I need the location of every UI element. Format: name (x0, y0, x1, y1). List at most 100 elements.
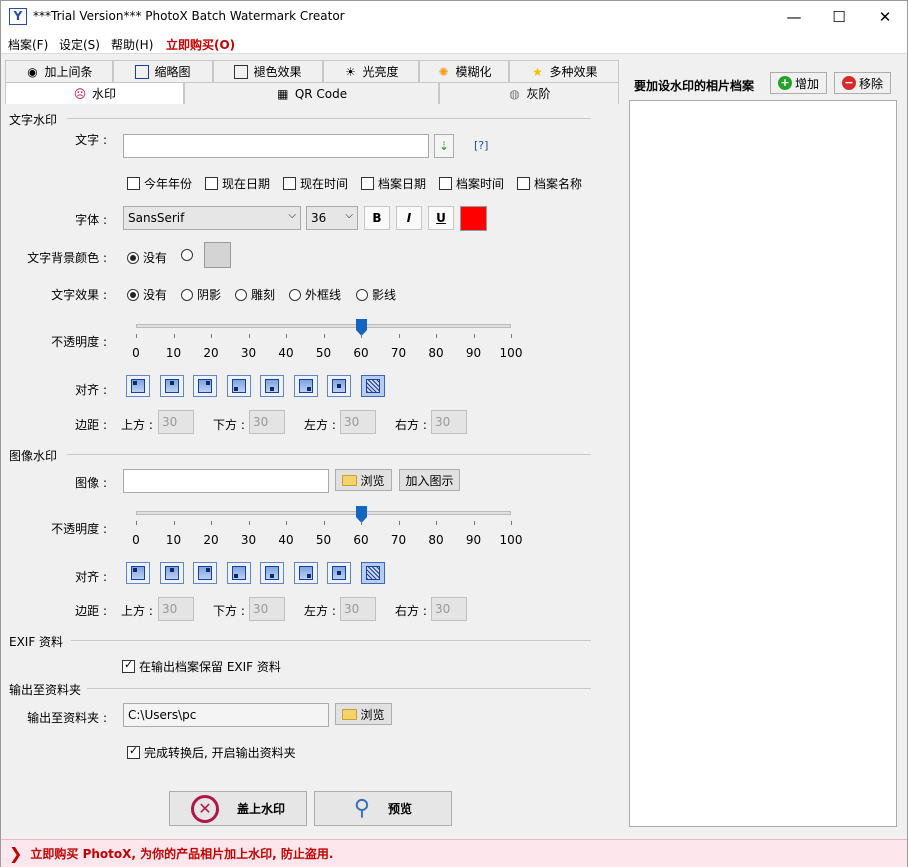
tab-blur[interactable]: ✺ 模糊化 (419, 60, 509, 82)
align-bottom-center-button[interactable] (260, 562, 284, 584)
align-bottom-right-button[interactable] (293, 375, 318, 397)
checkbox-file-name[interactable]: 档案名称 (517, 175, 582, 192)
align-top-right-button[interactable] (193, 375, 217, 397)
tab-qr-code[interactable]: ▦ QR Code (184, 82, 439, 104)
maximize-button[interactable]: ☐ (816, 1, 862, 32)
tab-grayscale[interactable]: ◍ 灰阶 (439, 82, 619, 104)
slider-tick-label: 30 (240, 533, 257, 547)
align-top-right-button[interactable] (193, 562, 217, 584)
output-browse-button[interactable]: 浏览 (335, 703, 392, 725)
slider-tick (398, 521, 400, 525)
align-bottom-left-icon (231, 566, 246, 580)
divider (67, 454, 591, 455)
align-top-center-button[interactable] (159, 375, 184, 397)
checkbox-keep-exif[interactable]: 在输出档案保留 EXIF 资料 (122, 658, 281, 675)
image-margin-label: 边距 : (75, 604, 107, 618)
output-path-input[interactable]: C:\Users\pc (123, 703, 329, 727)
font-color-swatch[interactable] (460, 206, 487, 231)
slider-track[interactable] (136, 511, 511, 515)
align-top-left-button[interactable] (126, 375, 150, 397)
image-path-input[interactable] (123, 469, 329, 493)
align-bottom-right-button[interactable] (293, 562, 318, 584)
italic-button[interactable]: I (396, 206, 422, 230)
minimize-button[interactable]: — (771, 1, 817, 32)
align-bottom-left-button[interactable] (226, 375, 251, 397)
image-margin-top-input[interactable]: 30 (158, 597, 194, 621)
align-bottom-right-icon (298, 566, 313, 580)
underline-button[interactable]: U (428, 206, 454, 230)
checkbox-date[interactable]: 现在日期 (205, 175, 270, 192)
apply-watermark-button[interactable]: ✕ 盖上水印 (169, 791, 307, 826)
checkbox-file-date[interactable]: 档案日期 (361, 175, 426, 192)
preview-button[interactable]: ⚲ 预览 (314, 791, 452, 826)
tab-effects[interactable]: ★ 多种效果 (509, 60, 619, 82)
slider-tick-label: 50 (315, 533, 332, 547)
tab-fade[interactable]: 褪色效果 (213, 60, 323, 82)
qr-icon: ▦ (277, 86, 289, 101)
image-opacity-label: 不透明度 : (51, 522, 107, 536)
menu-settings[interactable]: 设定(S) (59, 36, 100, 53)
align-top-center-button[interactable] (159, 562, 184, 584)
text-input[interactable] (123, 134, 429, 158)
tab-thumbnail[interactable]: 缩略图 (113, 60, 213, 82)
radio-effect-none[interactable]: 没有 (127, 286, 167, 303)
slider-tick-label: 70 (390, 533, 407, 547)
tab-row-1: ◉ 加上间条 缩略图 褪色效果 ☀ 光亮度 ✺ 模糊化 ★ 多种效果 (5, 60, 619, 82)
slider-tick (511, 334, 512, 338)
slider-tick-label: 90 (465, 346, 482, 360)
slider-track[interactable] (136, 324, 511, 328)
promo-bar[interactable]: ❯ 立即购买 PhotoX, 为你的产品相片加上水印, 防止盗用. (1, 839, 907, 867)
insert-field-button[interactable]: ⇣ (434, 134, 454, 158)
checkbox-box (122, 658, 135, 673)
align-top-left-button[interactable] (126, 562, 150, 584)
radio-effect-hatch[interactable]: 影线 (356, 286, 396, 303)
align-center-button[interactable] (327, 562, 351, 584)
radio-bg-none[interactable]: 没有 (127, 249, 167, 266)
checkbox-open-output[interactable]: 完成转换后, 开启输出资料夹 (127, 744, 296, 761)
radio-effect-outline[interactable]: 外框线 (289, 286, 341, 303)
image-margin-right-input[interactable]: 30 (431, 597, 467, 621)
checkbox-time[interactable]: 现在时间 (283, 175, 348, 192)
radio-effect-engrave[interactable]: 雕刻 (235, 286, 275, 303)
image-margin-bottom-input[interactable]: 30 (249, 597, 285, 621)
radio-effect-shadow[interactable]: 阴影 (181, 286, 221, 303)
checkbox-file-time[interactable]: 档案时间 (439, 175, 504, 192)
slider-tick (473, 334, 475, 338)
file-list[interactable] (629, 100, 897, 827)
margin-top-input[interactable]: 30 (158, 410, 194, 434)
margin-right-input[interactable]: 30 (431, 410, 467, 434)
align-bottom-center-button[interactable] (260, 375, 284, 397)
remove-file-button[interactable]: − 移除 (834, 72, 891, 94)
align-label: 对齐 : (75, 383, 107, 397)
tab-label: QR Code (294, 86, 348, 101)
align-center-button[interactable] (327, 375, 351, 397)
checkbox-year[interactable]: 今年年份 (127, 175, 192, 192)
radio-bg-color[interactable] (181, 249, 193, 261)
checkbox-box (205, 177, 218, 190)
bold-button[interactable]: B (364, 206, 390, 230)
tab-stripe[interactable]: ◉ 加上间条 (5, 60, 113, 82)
align-center-icon (332, 379, 346, 393)
menu-buy[interactable]: 立即购买(O) (166, 36, 235, 53)
tab-brightness[interactable]: ☀ 光亮度 (323, 60, 419, 82)
image-browse-button[interactable]: 浏览 (335, 469, 392, 491)
tab-watermark[interactable]: ☹ 水印 (5, 82, 184, 104)
align-bottom-left-button[interactable] (226, 562, 251, 584)
menu-file[interactable]: 档案(F) (8, 36, 48, 53)
font-select[interactable]: SansSerif ⌵ (123, 206, 301, 230)
add-icon-button[interactable]: 加入图示 (399, 469, 460, 491)
close-button[interactable]: ✕ (862, 1, 908, 32)
menu-help[interactable]: 帮助(H) (111, 36, 153, 53)
align-tile-button[interactable] (360, 562, 385, 584)
align-top-center-icon (164, 379, 179, 393)
margin-bottom-label: 下方 : (213, 418, 245, 432)
align-tile-button[interactable] (360, 375, 385, 397)
bg-color-swatch[interactable] (204, 242, 231, 268)
checkbox-label: 今年年份 (144, 177, 193, 191)
image-margin-left-input[interactable]: 30 (340, 597, 376, 621)
add-file-button[interactable]: + 增加 (770, 72, 827, 94)
help-link[interactable]: [?] (474, 139, 488, 152)
margin-left-input[interactable]: 30 (340, 410, 376, 434)
margin-bottom-input[interactable]: 30 (249, 410, 285, 434)
size-select[interactable]: 36 ⌵ (306, 206, 358, 230)
